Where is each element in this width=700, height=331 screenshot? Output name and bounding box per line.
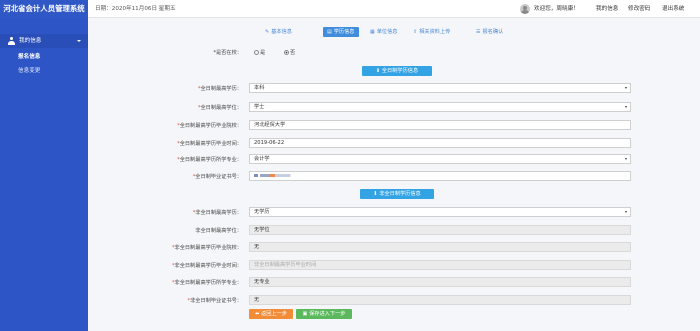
nonfulltime-cert-field: 无	[249, 295, 631, 305]
nonfulltime-major-field: 无专业	[249, 277, 631, 287]
step-upload-materials[interactable]: ⇪ 相关资料上传	[413, 27, 450, 37]
my-info-link[interactable]: 我的信息	[596, 0, 618, 18]
nonfulltime-section-button[interactable]: ⬇ 非全日制学历信息	[360, 189, 434, 199]
nonfulltime-degree-select[interactable]: 无学历	[249, 207, 631, 217]
list-icon: ▤	[327, 29, 332, 35]
dropdown-arrow-icon	[625, 87, 627, 89]
nonfulltime-degree-label: *非全日制最高学历：	[192, 210, 242, 216]
fulltime-academic-degree-select[interactable]: 学士	[249, 102, 631, 112]
current-date: 日期：2020年11月06日 星期五	[95, 6, 176, 12]
logout-link[interactable]: 退出系统	[662, 0, 684, 18]
sidebar-group-label: 我的信息	[19, 38, 42, 44]
building-icon: ▦	[370, 29, 375, 35]
fulltime-school-input[interactable]: 河北经贸大学	[249, 120, 631, 130]
fulltime-cert-label: *全日制毕业证书号：	[192, 174, 242, 180]
fulltime-academic-degree-label: *全日制最高学位：	[197, 105, 242, 111]
fulltime-degree-select[interactable]: 本科	[249, 83, 631, 93]
nonfulltime-academic-degree-field: 无学位	[249, 225, 631, 235]
radio-no-indicator[interactable]	[284, 50, 289, 55]
fulltime-grad-date-input[interactable]: 2019-06-22	[249, 138, 631, 148]
save-icon: ▣	[302, 311, 308, 317]
dropdown-arrow-icon	[625, 211, 627, 213]
caret-down-icon	[77, 40, 81, 42]
sidebar-item-registration-info[interactable]: 报名信息	[18, 52, 40, 60]
fulltime-major-label: *全日制最高学历所学专业：	[177, 157, 242, 163]
fulltime-cert-input[interactable]	[249, 171, 631, 181]
top-bar: 河北省会计人员管理系统 日期：2020年11月06日 星期五 欢迎您，周晓康！ …	[0, 0, 700, 18]
edit-icon: ✎	[265, 29, 270, 35]
app-title: 河北省会计人员管理系统	[0, 0, 88, 18]
user-icon	[8, 37, 15, 45]
dropdown-arrow-icon	[625, 106, 627, 108]
in-school-label: *是否在校：	[213, 50, 242, 56]
nonfulltime-grad-date-field: 非全日制最高学历毕业时间	[249, 260, 631, 270]
fulltime-school-label: *全日制最高学历毕业院校：	[177, 123, 242, 129]
nonfulltime-cert-label: *非全日制毕业证书号：	[187, 298, 242, 304]
step-confirm[interactable]: ☰ 报名确认	[476, 27, 503, 37]
back-icon: ⬅	[255, 311, 260, 317]
step-employer-info[interactable]: ▦ 单位信息	[370, 27, 398, 37]
save-next-button[interactable]: ▣ 保存进入下一步	[296, 309, 352, 319]
avatar	[520, 4, 530, 14]
nonfulltime-academic-degree-label: 非全日制最高学位：	[195, 228, 242, 234]
confirm-icon: ☰	[476, 29, 481, 35]
nonfulltime-grad-date-label: *非全日制最高学历毕业时间：	[171, 263, 242, 269]
radio-in-school-yes[interactable]: 是	[254, 49, 265, 56]
back-button[interactable]: ⬅ 返回上一步	[249, 309, 293, 319]
fulltime-grad-date-label: *全日制最高学历毕业时间：	[177, 141, 242, 147]
fulltime-degree-label: *全日制最高学历：	[197, 86, 242, 92]
nonfulltime-school-label: *非全日制最高学历毕业院校：	[171, 245, 242, 251]
change-password-link[interactable]: 修改密码	[628, 0, 650, 18]
sidebar: 我的信息 报名信息 信息变更	[0, 18, 88, 331]
upload-icon: ⇪	[413, 29, 418, 35]
nonfulltime-major-label: *非全日制最高学历所学专业：	[171, 280, 242, 286]
redacted-value	[254, 174, 306, 177]
sidebar-group-my-info[interactable]: 我的信息	[0, 34, 88, 48]
dropdown-arrow-icon	[625, 158, 627, 160]
radio-yes-indicator[interactable]	[254, 50, 259, 55]
step-basic-info[interactable]: ✎ 基本信息	[265, 27, 292, 37]
sidebar-item-info-change[interactable]: 信息变更	[18, 66, 40, 74]
radio-in-school-no[interactable]: 否	[284, 49, 295, 56]
welcome-text: 欢迎您，周晓康！	[534, 6, 579, 12]
fulltime-major-select[interactable]: 会计学	[249, 154, 631, 164]
fulltime-section-button[interactable]: ⬇ 全日制学历信息	[362, 66, 432, 76]
nonfulltime-school-field: 无	[249, 242, 631, 252]
step-education-info[interactable]: ▤ 学历信息	[323, 27, 359, 37]
